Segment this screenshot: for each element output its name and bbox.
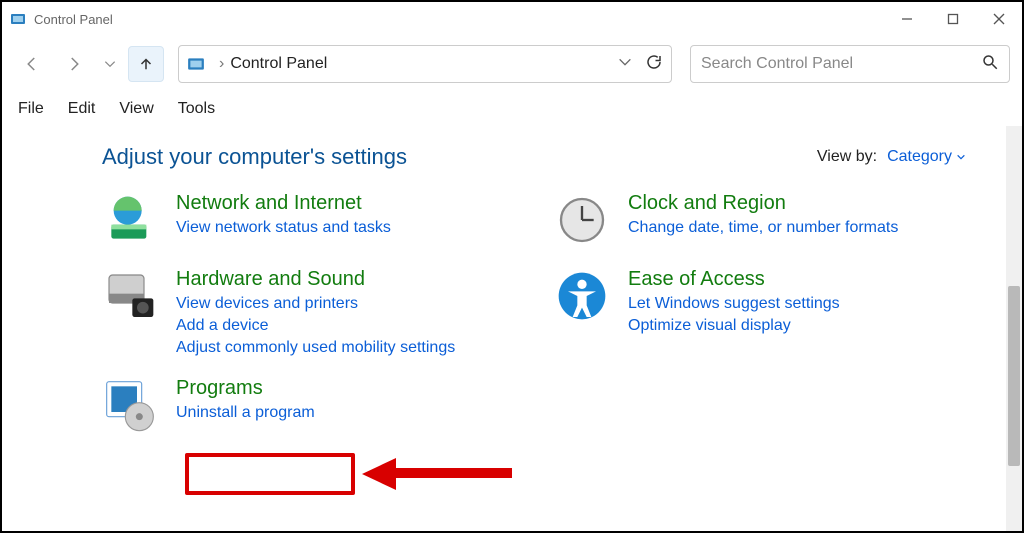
control-panel-icon xyxy=(10,11,26,27)
search-box[interactable] xyxy=(690,45,1010,83)
titlebar: Control Panel xyxy=(2,2,1022,36)
link-optimize-display[interactable]: Optimize visual display xyxy=(628,317,840,335)
link-mobility-settings[interactable]: Adjust commonly used mobility settings xyxy=(176,339,455,357)
nav-bar: › Control Panel xyxy=(2,36,1022,92)
refresh-button[interactable] xyxy=(645,53,663,76)
link-windows-suggest[interactable]: Let Windows suggest settings xyxy=(628,295,840,313)
page-heading: Adjust your computer's settings xyxy=(102,144,407,170)
heading-row: Adjust your computer's settings View by:… xyxy=(102,144,966,170)
category-title-network[interactable]: Network and Internet xyxy=(176,192,391,215)
window-controls xyxy=(884,2,1022,36)
back-button[interactable] xyxy=(14,46,50,82)
category-clock: Clock and Region Change date, time, or n… xyxy=(554,192,966,248)
clock-icon xyxy=(554,192,610,248)
view-by-value-text: Category xyxy=(887,148,952,166)
hardware-icon xyxy=(102,268,158,324)
link-add-device[interactable]: Add a device xyxy=(176,317,455,335)
category-title-clock[interactable]: Clock and Region xyxy=(628,192,898,215)
category-title-programs[interactable]: Programs xyxy=(176,377,315,400)
ease-of-access-icon xyxy=(554,268,610,324)
category-hardware: Hardware and Sound View devices and prin… xyxy=(102,268,514,357)
up-button[interactable] xyxy=(128,46,164,82)
menu-view[interactable]: View xyxy=(109,96,163,122)
forward-button[interactable] xyxy=(56,46,92,82)
link-view-network-status[interactable]: View network status and tasks xyxy=(176,219,391,237)
menu-file[interactable]: File xyxy=(8,96,54,122)
search-input[interactable] xyxy=(701,55,981,73)
menu-edit[interactable]: Edit xyxy=(58,96,106,122)
scrollbar[interactable] xyxy=(1006,126,1022,531)
category-programs: Programs Uninstall a program xyxy=(102,377,514,433)
annotation-arrow xyxy=(362,458,512,488)
breadcrumb-separator: › xyxy=(219,55,224,73)
chevron-down-icon xyxy=(956,152,966,162)
category-ease-of-access: Ease of Access Let Windows suggest setti… xyxy=(554,268,966,357)
programs-icon xyxy=(102,377,158,433)
maximize-button[interactable] xyxy=(930,2,976,36)
link-uninstall-program[interactable]: Uninstall a program xyxy=(176,404,315,422)
category-title-ease[interactable]: Ease of Access xyxy=(628,268,840,291)
view-by-label: View by: xyxy=(817,148,877,166)
category-network: Network and Internet View network status… xyxy=(102,192,514,248)
menu-tools[interactable]: Tools xyxy=(168,96,225,122)
network-icon xyxy=(102,192,158,248)
content-area: Adjust your computer's settings View by:… xyxy=(2,126,1022,531)
menu-bar: File Edit View Tools xyxy=(2,92,1022,126)
close-button[interactable] xyxy=(976,2,1022,36)
address-bar-icon xyxy=(187,55,205,73)
address-dropdown-icon[interactable] xyxy=(617,54,633,75)
scrollbar-thumb[interactable] xyxy=(1008,286,1020,466)
window-title: Control Panel xyxy=(34,12,113,27)
address-bar[interactable]: › Control Panel xyxy=(178,45,672,83)
category-title-hardware[interactable]: Hardware and Sound xyxy=(176,268,455,291)
scrollbar-track[interactable] xyxy=(1006,126,1022,531)
titlebar-left: Control Panel xyxy=(10,11,113,27)
link-view-devices[interactable]: View devices and printers xyxy=(176,295,455,313)
view-by-control: View by: Category xyxy=(817,148,966,166)
breadcrumb[interactable]: Control Panel xyxy=(230,55,327,73)
link-change-date-time[interactable]: Change date, time, or number formats xyxy=(628,219,898,237)
window-frame: Control Panel xyxy=(0,0,1024,533)
recent-dropdown[interactable] xyxy=(98,46,122,82)
minimize-button[interactable] xyxy=(884,2,930,36)
category-grid: Network and Internet View network status… xyxy=(102,192,966,433)
view-by-value[interactable]: Category xyxy=(887,148,966,166)
search-icon[interactable] xyxy=(981,53,999,76)
